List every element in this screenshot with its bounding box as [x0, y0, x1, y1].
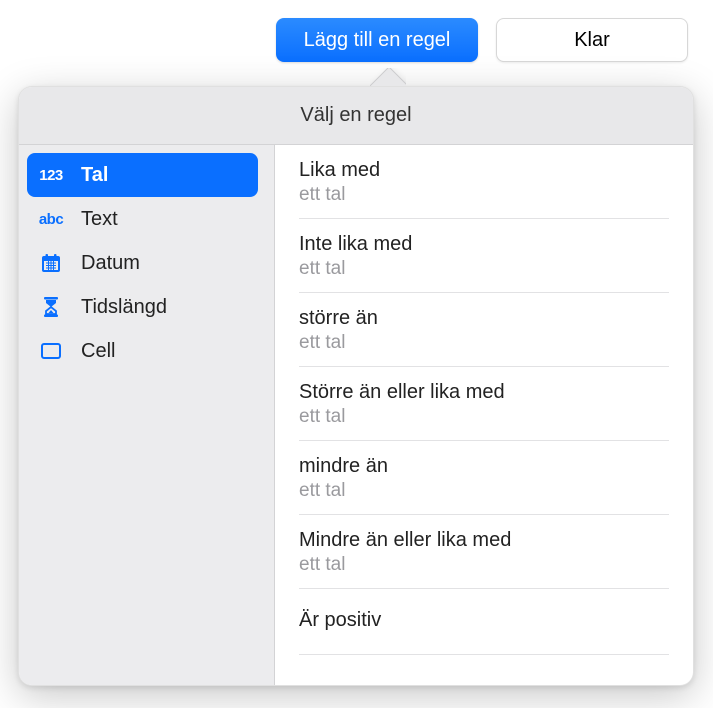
rule-item-is-positive[interactable]: Är positiv	[299, 589, 669, 655]
popover-title: Välj en regel	[19, 87, 693, 145]
rule-item-greater-than[interactable]: större än ett tal	[299, 293, 669, 367]
rule-item-greater-equal[interactable]: Större än eller lika med ett tal	[299, 367, 669, 441]
rule-title: Större än eller lika med	[299, 381, 669, 404]
sidebar-item-cell[interactable]: Cell	[19, 329, 274, 373]
rule-item-not-equals[interactable]: Inte lika med ett tal	[299, 219, 669, 293]
rule-title: Är positiv	[299, 609, 669, 632]
sidebar-item-label: Cell	[81, 340, 115, 363]
rule-sub: ett tal	[299, 554, 669, 576]
rule-title: mindre än	[299, 455, 669, 478]
rule-title: Inte lika med	[299, 233, 669, 256]
cell-icon	[37, 337, 65, 365]
rule-sub: ett tal	[299, 184, 669, 206]
rule-sub: ett tal	[299, 406, 669, 428]
rule-category-sidebar: 123 Tal abc Text	[19, 145, 275, 685]
done-button[interactable]: Klar	[496, 18, 688, 62]
sidebar-item-duration[interactable]: Tidslängd	[19, 285, 274, 329]
rule-title: Mindre än eller lika med	[299, 529, 669, 552]
add-rule-button[interactable]: Lägg till en regel	[276, 18, 478, 62]
number-icon: 123	[37, 161, 65, 189]
rule-list[interactable]: Lika med ett tal Inte lika med ett tal s…	[275, 145, 693, 685]
sidebar-item-label: Tal	[81, 164, 108, 187]
rule-item-less-than[interactable]: mindre än ett tal	[299, 441, 669, 515]
sidebar-item-date[interactable]: Datum	[19, 241, 274, 285]
rule-sub: ett tal	[299, 480, 669, 502]
rule-item-equals[interactable]: Lika med ett tal	[299, 145, 669, 219]
toolbar: Lägg till en regel Klar	[276, 18, 688, 62]
rule-popover: Välj en regel 123 Tal abc Text	[18, 86, 694, 686]
calendar-icon	[37, 249, 65, 277]
rule-item-less-equal[interactable]: Mindre än eller lika med ett tal	[299, 515, 669, 589]
rule-title: större än	[299, 307, 669, 330]
popover-arrow	[370, 68, 406, 86]
popover-body: 123 Tal abc Text	[19, 145, 693, 685]
sidebar-item-label: Tidslängd	[81, 296, 167, 319]
sidebar-item-text[interactable]: abc Text	[19, 197, 274, 241]
text-icon: abc	[37, 205, 65, 233]
sidebar-item-label: Datum	[81, 252, 140, 275]
rule-sub: ett tal	[299, 258, 669, 280]
sidebar-item-label: Text	[81, 208, 118, 231]
rule-sub: ett tal	[299, 332, 669, 354]
sidebar-item-number[interactable]: 123 Tal	[27, 153, 258, 197]
hourglass-icon	[37, 293, 65, 321]
rule-title: Lika med	[299, 159, 669, 182]
